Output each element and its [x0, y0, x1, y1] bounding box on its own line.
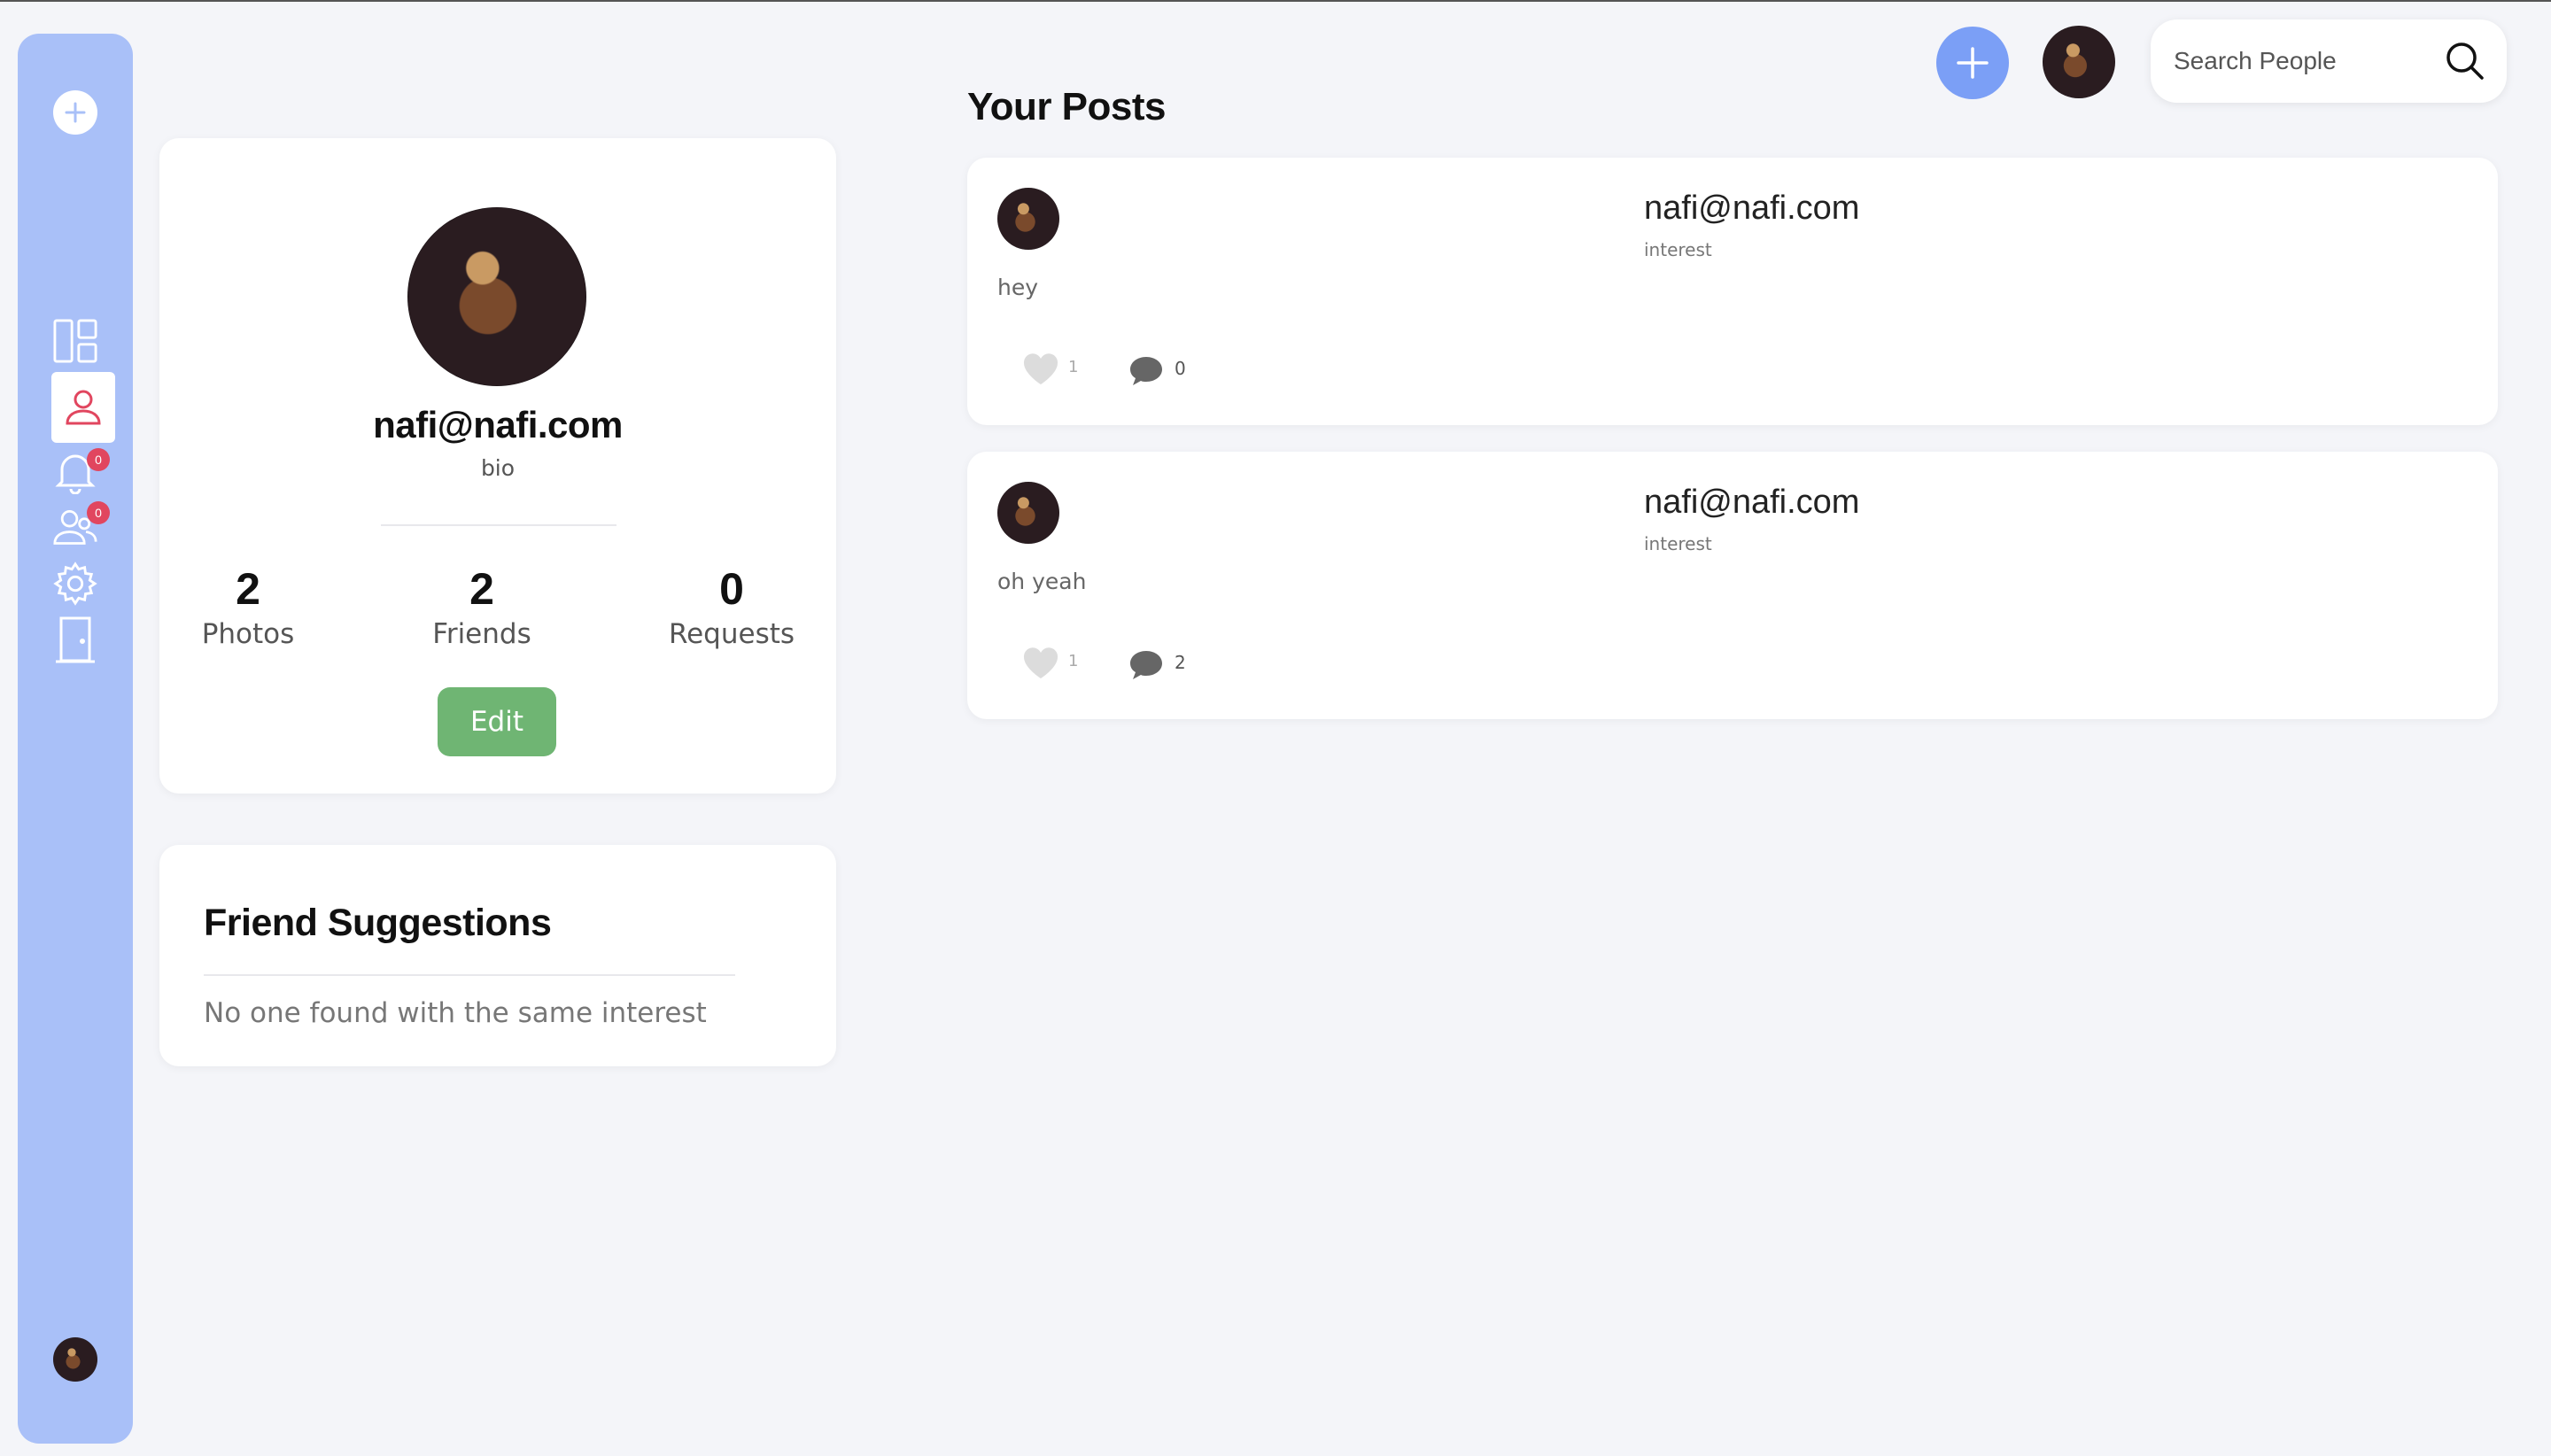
plus-icon: [53, 90, 97, 135]
post-like-count: 1: [1068, 358, 1079, 376]
stat-friends-value: 2: [469, 564, 494, 614]
stat-friends[interactable]: 2 Friends: [393, 563, 570, 650]
profile-name: nafi@nafi.com: [373, 404, 623, 445]
heart-icon[interactable]: [1022, 647, 1059, 680]
stat-requests-label: Requests: [668, 618, 795, 650]
plus-icon: [1957, 47, 1989, 79]
post-card: nafi@nafi.com interest hey 1 0: [967, 158, 2498, 425]
door-icon: [56, 616, 95, 663]
stat-photos-value: 2: [236, 564, 260, 614]
friend-suggestions-title: Friend Suggestions: [204, 902, 552, 944]
profile-divider: [381, 524, 616, 526]
sidebar-item-notifications[interactable]: 0: [53, 448, 110, 494]
profile-avatar: [407, 207, 586, 386]
dashboard-icon: [53, 319, 97, 363]
notifications-badge: 0: [87, 448, 110, 471]
page-title: Your Posts: [967, 85, 1167, 128]
stat-photos[interactable]: 2 Photos: [159, 563, 337, 650]
sidebar-item-profile[interactable]: [51, 372, 115, 443]
heart-icon[interactable]: [1022, 352, 1059, 386]
friend-suggestions-empty-message: No one found with the same interest: [204, 997, 707, 1029]
gear-icon: [53, 561, 97, 606]
search-bar: [2151, 19, 2507, 103]
sidebar-item-settings[interactable]: [53, 561, 97, 606]
comment-icon[interactable]: [1128, 648, 1164, 682]
post-text: hey: [997, 275, 1039, 300]
post-like-count: 1: [1068, 652, 1079, 670]
friends-badge: 0: [87, 501, 110, 524]
edit-profile-button[interactable]: Edit: [438, 687, 556, 756]
post-interest: interest: [1644, 239, 1712, 260]
post-author-avatar[interactable]: [997, 482, 1059, 544]
search-icon[interactable]: [2443, 39, 2487, 83]
sidebar: 0 0: [18, 34, 133, 1444]
post-text: oh yeah: [997, 569, 1087, 594]
friend-suggestions-card: Friend Suggestions No one found with the…: [159, 845, 836, 1066]
user-icon: [66, 390, 101, 425]
profile-bio: bio: [480, 455, 516, 481]
post-author[interactable]: nafi@nafi.com: [1644, 484, 1859, 522]
post-comment-count: 2: [1175, 652, 1186, 673]
stat-requests[interactable]: 0 Requests: [643, 563, 820, 650]
friend-suggestions-divider: [204, 974, 735, 976]
sidebar-user-avatar[interactable]: [53, 1337, 97, 1382]
stat-photos-label: Photos: [201, 618, 295, 650]
create-post-button[interactable]: [1936, 27, 2009, 99]
header-user-avatar[interactable]: [2043, 26, 2115, 98]
post-author[interactable]: nafi@nafi.com: [1644, 190, 1859, 228]
search-input[interactable]: [2174, 41, 2431, 81]
post-interest: interest: [1644, 533, 1712, 554]
sidebar-add-button[interactable]: [53, 90, 97, 135]
post-card: nafi@nafi.com interest oh yeah 1 2: [967, 452, 2498, 719]
comment-icon[interactable]: [1128, 354, 1164, 388]
sidebar-item-friends[interactable]: 0: [53, 501, 110, 549]
profile-card: nafi@nafi.com bio 2 Photos 2 Friends 0 R…: [159, 138, 836, 794]
stat-friends-label: Friends: [432, 618, 531, 650]
stat-requests-value: 0: [719, 564, 744, 614]
window-top-border: [0, 0, 2551, 2]
sidebar-item-dashboard[interactable]: [53, 319, 97, 363]
post-author-avatar[interactable]: [997, 188, 1059, 250]
post-comment-count: 0: [1175, 358, 1186, 379]
sidebar-item-logout[interactable]: [53, 616, 97, 663]
